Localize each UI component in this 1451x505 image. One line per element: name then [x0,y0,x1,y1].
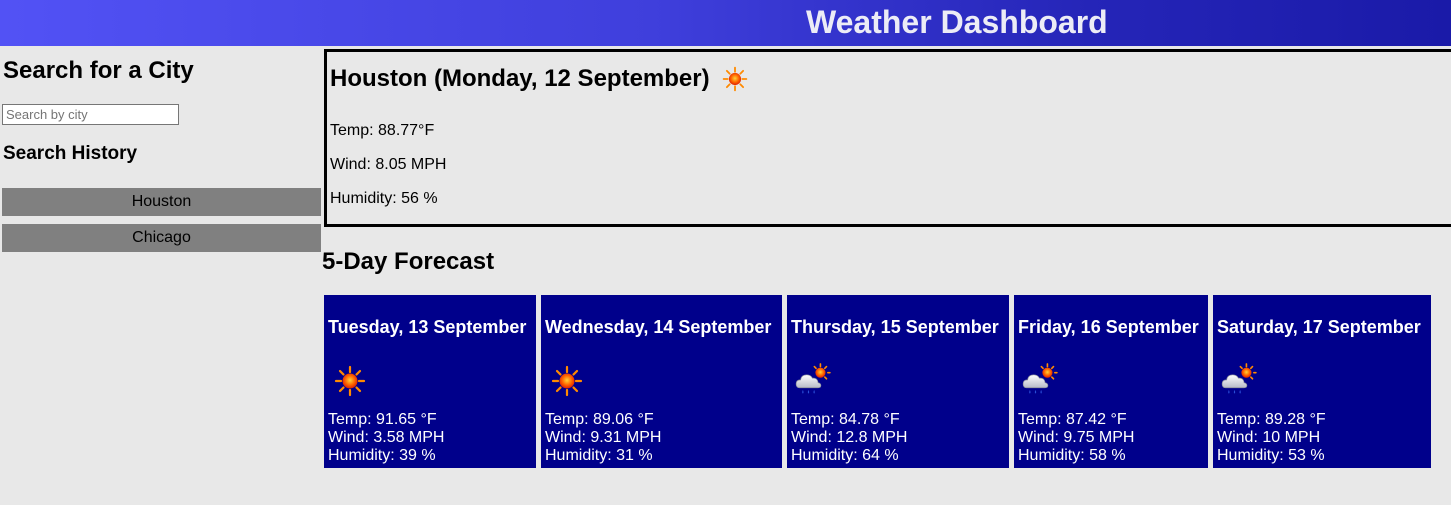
forecast-humidity: Humidity: 39 % [328,447,436,464]
current-weather-title: Houston (Monday, 12 September) [330,65,710,92]
forecast-date: Wednesday, 14 September [545,317,772,337]
rain-sun-cloud-icon [1022,363,1058,399]
forecast-temp: Temp: 87.42 °F [1018,411,1127,428]
forecast-card: Saturday, 17 September Temp: 89.28 °F Wi… [1213,295,1431,468]
current-wind: Wind: 8.05 MPH [330,156,447,173]
rain-sun-cloud-icon [795,363,831,399]
city-search-input[interactable] [2,104,179,125]
forecast-temp: Temp: 89.06 °F [545,411,654,428]
page-title: Weather Dashboard [806,4,1108,40]
forecast-humidity: Humidity: 64 % [791,447,899,464]
forecast-wind: Wind: 9.75 MPH [1018,429,1135,446]
sun-icon [722,66,748,92]
forecast-date: Friday, 16 September [1018,317,1199,337]
forecast-wind: Wind: 3.58 MPH [328,429,445,446]
forecast-temp: Temp: 84.78 °F [791,411,900,428]
forecast-card: Tuesday, 13 September Temp: 91.65 °F Win… [324,295,536,468]
forecast-humidity: Humidity: 53 % [1217,447,1325,464]
search-history-title: Search History [3,143,138,164]
current-weather-panel: Houston (Monday, 12 September) Temp: 88.… [324,49,1451,227]
forecast-date: Saturday, 17 September [1217,317,1421,337]
forecast-temp: Temp: 89.28 °F [1217,411,1326,428]
current-weather-heading: Houston (Monday, 12 September) [330,65,748,93]
forecast-wind: Wind: 10 MPH [1217,429,1321,446]
rain-sun-cloud-icon [1221,363,1257,399]
forecast-wind: Wind: 12.8 MPH [791,429,908,446]
forecast-card: Thursday, 15 September Temp: 84.78 °F Wi… [787,295,1009,468]
forecast-wind: Wind: 9.31 MPH [545,429,662,446]
history-button-chicago[interactable]: Chicago [2,224,321,252]
forecast-humidity: Humidity: 58 % [1018,447,1126,464]
forecast-card: Wednesday, 14 September Temp: 89.06 °F W… [541,295,782,468]
current-temp: Temp: 88.77°F [330,122,435,139]
current-humidity: Humidity: 56 % [330,190,438,207]
forecast-card: Friday, 16 September Temp: 87.42 °F Wind… [1014,295,1208,468]
forecast-humidity: Humidity: 31 % [545,447,653,464]
forecast-temp: Temp: 91.65 °F [328,411,437,428]
sun-icon [334,365,366,397]
sun-icon [551,365,583,397]
history-button-houston[interactable]: Houston [2,188,321,216]
forecast-date: Tuesday, 13 September [328,317,527,337]
forecast-date: Thursday, 15 September [791,317,999,337]
forecast-title: 5-Day Forecast [322,248,495,275]
header-bar: Weather Dashboard [0,0,1451,46]
search-section-title: Search for a City [3,57,194,84]
